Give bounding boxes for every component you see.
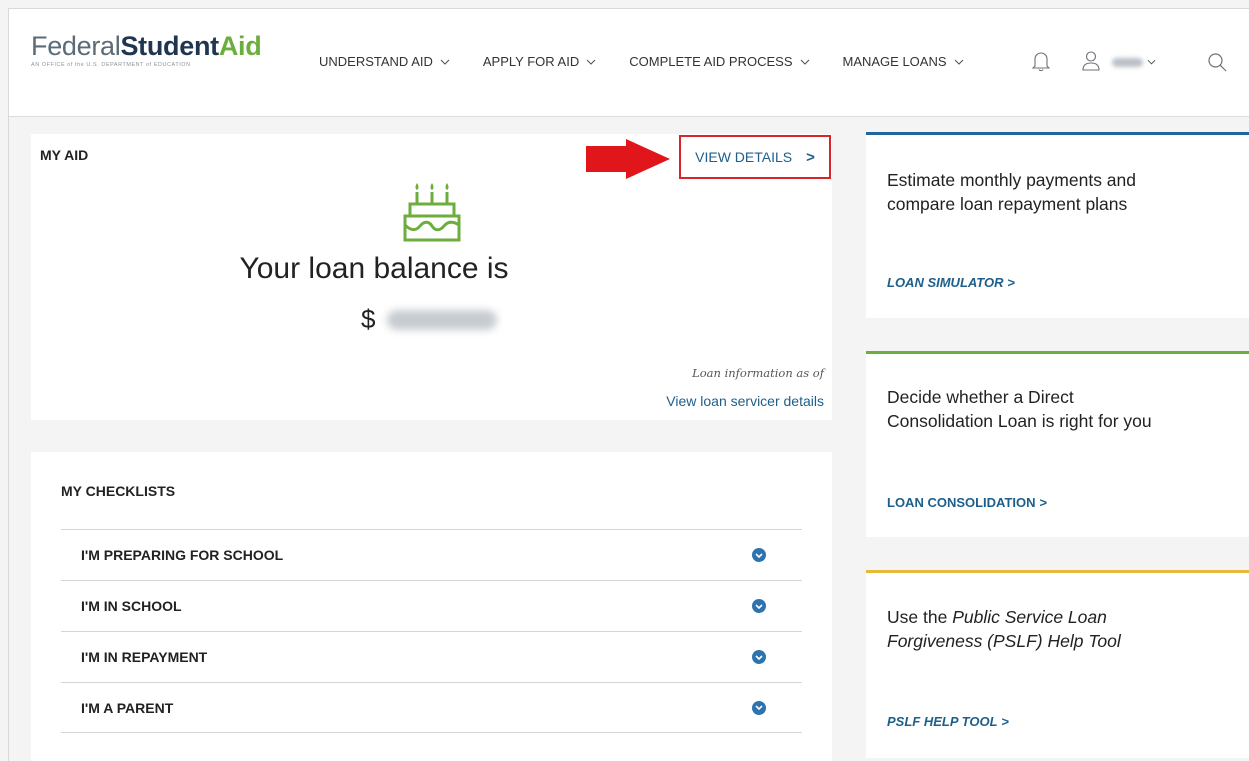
loan-consolidation-link-label: LOAN CONSOLIDATION <box>887 495 1036 510</box>
logo-wordmark: FederalStudentAid <box>31 31 262 61</box>
username-redacted <box>1112 57 1143 67</box>
loan-consolidation-description: Decide whether a Direct Consolidation Lo… <box>887 387 1152 431</box>
checklist-preparing-for-school[interactable]: I'M PREPARING FOR SCHOOL <box>61 529 802 580</box>
checklist-list: I'M PREPARING FOR SCHOOL I'M IN SCHOOL I… <box>61 529 802 733</box>
chevron-right-icon: > <box>1001 714 1010 729</box>
chevron-right-icon: > <box>806 148 815 166</box>
nav-complete-aid-process-label: COMPLETE AID PROCESS <box>629 54 793 69</box>
bell-icon[interactable] <box>1030 49 1052 73</box>
user-icon[interactable] <box>1080 50 1102 72</box>
my-aid-title: MY AID <box>40 147 89 163</box>
chevron-right-icon: > <box>1039 495 1048 510</box>
chevron-down-icon <box>1147 59 1156 65</box>
checklist-label: I'M PREPARING FOR SCHOOL <box>81 547 284 563</box>
logo-federal: Federal <box>31 31 121 61</box>
nav-understand-aid[interactable]: UNDERSTAND AID <box>319 54 450 69</box>
chevron-down-icon <box>954 59 964 65</box>
loan-balance-heading: Your loan balance is <box>239 252 509 285</box>
chevron-right-icon: > <box>1007 275 1016 290</box>
expand-chevron-icon[interactable] <box>752 650 766 664</box>
loan-consolidation-link[interactable]: LOAN CONSOLIDATION > <box>887 495 1047 510</box>
nav-understand-aid-label: UNDERSTAND AID <box>319 54 433 69</box>
main-nav: UNDERSTAND AID APPLY FOR AID COMPLETE AI… <box>319 54 997 69</box>
checklist-in-school[interactable]: I'M IN SCHOOL <box>61 580 802 631</box>
nav-manage-loans[interactable]: MANAGE LOANS <box>843 54 964 69</box>
frame-left-border <box>8 8 9 761</box>
logo-student: Student <box>120 31 219 61</box>
nav-apply-for-aid-label: APPLY FOR AID <box>482 54 580 69</box>
checklist-label: I'M IN SCHOOL <box>81 598 182 614</box>
expand-chevron-icon[interactable] <box>752 700 766 715</box>
loan-balance-amount: $ <box>361 304 498 335</box>
pslf-description: Use the Public Service Loan Forgiveness … <box>887 605 1167 653</box>
my-aid-card: MY AID VIEW DETAILS > Your loan balance … <box>31 134 832 420</box>
my-checklists-card: MY CHECKLISTS I'M PREPARING FOR SCHOOL I… <box>31 452 832 761</box>
checklist-in-repayment[interactable]: I'M IN REPAYMENT <box>61 631 802 682</box>
logo-subtitle: AN OFFICE of the U.S. DEPARTMENT of EDUC… <box>31 62 191 68</box>
pslf-help-tool-link[interactable]: PSLF HELP TOOL > <box>887 714 1009 729</box>
view-loan-servicer-link[interactable]: View loan servicer details <box>666 393 824 409</box>
expand-chevron-icon[interactable] <box>752 548 766 562</box>
my-checklists-title: MY CHECKLISTS <box>61 483 176 499</box>
loan-simulator-link[interactable]: LOAN SIMULATOR > <box>887 275 1015 290</box>
expand-chevron-icon[interactable] <box>752 599 766 613</box>
logo-aid: Aid <box>218 31 262 61</box>
nav-complete-aid-process[interactable]: COMPLETE AID PROCESS <box>629 54 809 69</box>
view-details-link[interactable]: VIEW DETAILS > <box>679 135 831 179</box>
red-arrow-annotation <box>586 139 670 179</box>
loan-simulator-description: Estimate monthly payments and compare lo… <box>887 170 1137 214</box>
site-header: FederalStudentAid AN OFFICE of the U.S. … <box>9 9 1249 117</box>
checklist-label: I'M IN REPAYMENT <box>81 649 208 665</box>
loan-info-date: Loan information as of <box>692 366 824 380</box>
loan-simulator-link-label: LOAN SIMULATOR <box>887 275 1004 290</box>
chevron-down-icon <box>440 59 450 65</box>
fsa-logo[interactable]: FederalStudentAid AN OFFICE of the U.S. … <box>31 31 262 68</box>
checklist-parent[interactable]: I'M A PARENT <box>61 682 802 733</box>
pslf-help-tool-link-label: PSLF HELP TOOL <box>887 714 998 729</box>
balance-redacted <box>387 309 498 330</box>
pslf-text-prefix: Use the <box>887 607 953 627</box>
nav-manage-loans-label: MANAGE LOANS <box>842 54 947 69</box>
chevron-down-icon <box>800 59 810 65</box>
nav-apply-for-aid[interactable]: APPLY FOR AID <box>483 54 596 69</box>
view-details-label: VIEW DETAILS <box>695 149 793 165</box>
account-menu-button[interactable] <box>1112 56 1156 68</box>
search-icon[interactable] <box>1204 49 1230 75</box>
loan-simulator-card: Estimate monthly payments and compare lo… <box>866 132 1249 318</box>
loan-consolidation-card: Decide whether a Direct Consolidation Lo… <box>866 351 1249 537</box>
chevron-down-icon <box>586 59 596 65</box>
birthday-cake-icon <box>403 183 461 242</box>
currency-symbol: $ <box>361 304 376 334</box>
checklist-label: I'M A PARENT <box>81 699 174 716</box>
pslf-card: Use the Public Service Loan Forgiveness … <box>866 570 1249 758</box>
